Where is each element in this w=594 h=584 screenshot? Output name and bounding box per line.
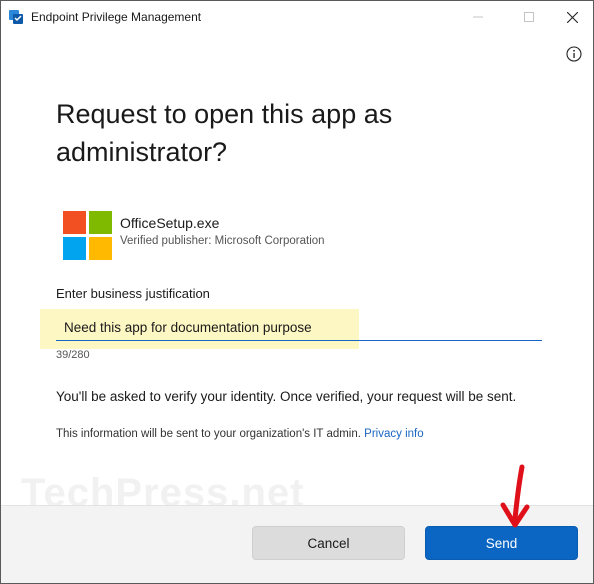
privacy-info-link[interactable]: Privacy info (364, 428, 423, 440)
minimize-icon (473, 16, 483, 18)
justification-input[interactable]: Need this app for documentation purpose (64, 320, 312, 335)
info-icon[interactable] (566, 46, 582, 62)
verify-identity-text: You'll be asked to verify your identity.… (56, 389, 517, 404)
app-name: OfficeSetup.exe (120, 215, 220, 231)
close-icon (566, 11, 578, 23)
it-admin-info-text: This information will be sent to your or… (56, 428, 424, 440)
cancel-button[interactable]: Cancel (252, 526, 405, 560)
epm-dialog-window: Endpoint Privilege Management Request to… (0, 0, 594, 584)
it-admin-info-label: This information will be sent to your or… (56, 428, 361, 440)
maximize-button[interactable] (506, 1, 552, 33)
justification-label: Enter business justification (56, 286, 210, 301)
dialog-heading: Request to open this app as administrato… (56, 99, 393, 167)
window-title: Endpoint Privilege Management (31, 10, 202, 24)
app-shield-icon (9, 10, 23, 24)
justification-input-underline (56, 340, 542, 341)
red-arrow-annotation (500, 464, 530, 528)
app-publisher: Verified publisher: Microsoft Corporatio… (120, 235, 325, 247)
close-button[interactable] (549, 1, 593, 33)
send-button[interactable]: Send (425, 526, 578, 560)
minimize-button[interactable] (455, 1, 501, 33)
maximize-icon (524, 12, 534, 22)
microsoft-logo-icon (63, 211, 112, 260)
character-counter: 39/280 (56, 349, 90, 361)
title-bar: Endpoint Privilege Management (1, 1, 593, 33)
